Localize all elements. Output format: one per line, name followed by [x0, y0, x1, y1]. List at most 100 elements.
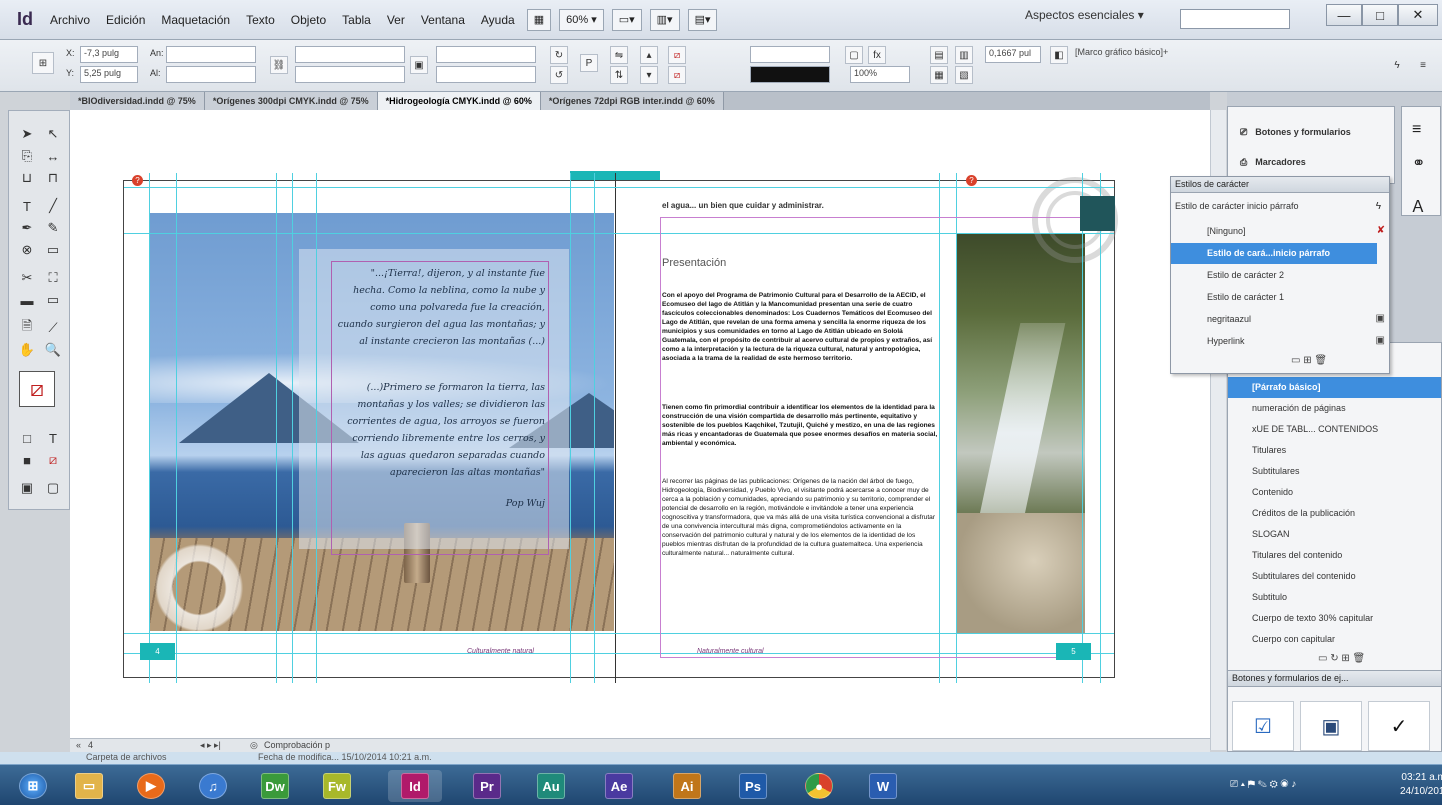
- apply-none-icon[interactable]: ⧄: [41, 451, 65, 469]
- menu-ver[interactable]: Ver: [379, 0, 413, 40]
- fit-content-icon[interactable]: ▦: [930, 66, 948, 84]
- para-style-item[interactable]: Subtitulares: [1228, 461, 1441, 482]
- char-style-item[interactable]: Estilo de carácter 2: [1171, 265, 1377, 286]
- menu-tabla[interactable]: Tabla: [334, 0, 379, 40]
- itunes-taskbar-button[interactable]: ♫: [186, 770, 240, 802]
- gradient-feather-tool-icon[interactable]: ▭: [41, 291, 65, 309]
- checkbox-filled-sample-icon[interactable]: ▣: [1300, 701, 1362, 751]
- constrain-proportions-icon[interactable]: ⛓: [270, 56, 288, 74]
- para-style-item[interactable]: Titulares: [1228, 440, 1441, 461]
- styles-panel-icon[interactable]: Ａ: [1410, 193, 1426, 217]
- waterfall-photo[interactable]: [957, 233, 1085, 633]
- preview-view-icon[interactable]: ▢: [41, 479, 65, 497]
- explorer-taskbar-button[interactable]: ▭: [62, 770, 116, 802]
- fireworks-taskbar-button[interactable]: Fw: [310, 770, 364, 802]
- char-style-item[interactable]: Estilo de cará...inicio párrafo: [1171, 243, 1377, 264]
- word-taskbar-button[interactable]: W: [856, 770, 910, 802]
- char-styles-footer-icons[interactable]: ▭ ⊞ 🗑: [1291, 355, 1327, 366]
- maximize-button[interactable]: □: [1362, 4, 1398, 26]
- zoom-tool-icon[interactable]: 🔍: [41, 341, 65, 359]
- menu-maquetacion[interactable]: Maquetación: [153, 0, 238, 40]
- eyedropper-tool-icon[interactable]: ⟋: [41, 319, 65, 337]
- select-container-icon[interactable]: ▴: [640, 46, 658, 64]
- menu-edicion[interactable]: Edición: [98, 0, 153, 40]
- width-field[interactable]: [166, 46, 256, 63]
- content-collector-icon[interactable]: ⊔: [15, 169, 39, 187]
- tab-origenes-72dpi[interactable]: *Orígenes 72dpi RGB inter.indd @ 60%: [540, 92, 724, 110]
- char-style-item[interactable]: Hyperlink: [1171, 331, 1377, 352]
- effects-icon[interactable]: fx: [868, 46, 886, 64]
- height-field[interactable]: [166, 66, 256, 83]
- menu-archivo[interactable]: Archivo: [42, 0, 98, 40]
- menu-objeto[interactable]: Objeto: [283, 0, 334, 40]
- premiere-taskbar-button[interactable]: Pr: [460, 770, 514, 802]
- dreamweaver-taskbar-button[interactable]: Dw: [248, 770, 302, 802]
- para-style-item[interactable]: Contenido: [1228, 482, 1441, 503]
- paragraph-styles-footer-icons[interactable]: ▭ ↻ ⊞ 🗑: [1318, 653, 1365, 664]
- para-style-item[interactable]: Subtitulo: [1228, 587, 1441, 608]
- para-style-item[interactable]: numeración de páginas: [1228, 398, 1441, 419]
- fill-stroke-swatch-icon[interactable]: ⧄: [19, 371, 55, 407]
- view-options-button[interactable]: ▭▾: [611, 8, 642, 31]
- menu-texto[interactable]: Texto: [238, 0, 283, 40]
- lake-photo[interactable]: "...¡Tierra!, dijeron, y al instante fue…: [149, 213, 614, 631]
- buttons-forms-panel-button[interactable]: ⎚ Botones y formularios: [1234, 119, 1394, 145]
- scissors-tool-icon[interactable]: ✂: [15, 269, 39, 287]
- note-tool-icon[interactable]: 🗎: [15, 318, 39, 337]
- opacity-field[interactable]: 100%: [850, 66, 910, 83]
- workspace-switcher[interactable]: Aspectos esenciales ▾: [1025, 8, 1144, 22]
- stroke-value-field[interactable]: 0,1667 pul: [985, 46, 1041, 63]
- hand-tool-icon[interactable]: ✋: [15, 341, 39, 359]
- page-nav-first[interactable]: «: [76, 740, 81, 750]
- direct-selection-tool-icon[interactable]: ↖: [41, 125, 65, 143]
- shear-field[interactable]: [436, 66, 536, 83]
- rotation-field[interactable]: [436, 46, 536, 63]
- page-tool-icon[interactable]: ⎘: [15, 147, 39, 165]
- character-styles-title[interactable]: Estilos de carácter: [1171, 177, 1389, 193]
- zoom-select[interactable]: 60% ▾: [559, 8, 604, 31]
- panel-menu-icon[interactable]: ≡: [1414, 56, 1432, 74]
- checkmark-sample-icon[interactable]: ✓: [1368, 701, 1430, 751]
- content-placer-icon[interactable]: ⊓: [41, 169, 65, 187]
- scale-y-field[interactable]: [295, 66, 405, 83]
- photoshop-taskbar-button[interactable]: Ps: [726, 770, 780, 802]
- after-effects-taskbar-button[interactable]: Ae: [592, 770, 646, 802]
- drop-shadow-icon[interactable]: ▢: [845, 46, 863, 64]
- line-tool-icon[interactable]: ╱: [41, 197, 65, 215]
- select-content-icon[interactable]: ▾: [640, 66, 658, 84]
- para-style-item[interactable]: xUE DE TABL... CONTENIDOS: [1228, 419, 1441, 440]
- para-style-item[interactable]: Cuerpo de texto 30% capitular: [1228, 608, 1441, 629]
- preflight-warning-icon[interactable]: ?: [132, 175, 143, 186]
- illustrator-taskbar-button[interactable]: Ai: [660, 770, 714, 802]
- gradient-swatch-tool-icon[interactable]: ▬: [15, 291, 39, 309]
- chrome-taskbar-button[interactable]: ●: [792, 770, 846, 802]
- constrain-scale-icon[interactable]: ▣: [410, 56, 428, 74]
- clock[interactable]: 03:21 a.m. 24/10/2014: [1400, 771, 1442, 799]
- pen-tool-icon[interactable]: ✒: [15, 219, 39, 237]
- stroke-type-select[interactable]: [750, 66, 830, 83]
- char-style-item[interactable]: Estilo de carácter 1: [1171, 287, 1377, 308]
- tab-biodiversidad[interactable]: *BIOdiversidad.indd @ 75%: [70, 92, 205, 110]
- flip-vertical-icon[interactable]: ⇅: [610, 66, 628, 84]
- wrap-around-icon[interactable]: ▥: [955, 46, 973, 64]
- selection-tool-icon[interactable]: ➤: [15, 125, 39, 143]
- formatting-container-icon[interactable]: □: [15, 429, 39, 447]
- text-wrap-icon[interactable]: ▤: [930, 46, 948, 64]
- para-style-item[interactable]: SLOGAN: [1228, 524, 1441, 545]
- reference-point-icon[interactable]: ⊞: [32, 52, 54, 74]
- menu-ventana[interactable]: Ventana: [413, 0, 473, 40]
- links-panel-icon[interactable]: ⚭: [1412, 153, 1425, 173]
- rotate-90-ccw-icon[interactable]: ↺: [550, 66, 568, 84]
- para-style-item[interactable]: Titulares del contenido: [1228, 545, 1441, 566]
- start-button[interactable]: ⊞: [6, 770, 60, 802]
- scale-x-field[interactable]: [295, 46, 405, 63]
- rectangle-tool-icon[interactable]: ▭: [41, 241, 65, 259]
- stroke-weight-field[interactable]: [750, 46, 830, 63]
- formatting-text-icon[interactable]: T: [41, 429, 65, 447]
- lightning-icon[interactable]: ϟ: [1376, 201, 1381, 212]
- bridge-button[interactable]: ▦: [526, 8, 552, 31]
- type-tool-icon[interactable]: T: [15, 197, 39, 215]
- stroke-swatch-icon[interactable]: ⧄: [668, 66, 686, 84]
- page-spread[interactable]: ? ? "...¡Tierra!, dijeron, y al instante…: [123, 173, 1118, 683]
- gap-tool-icon[interactable]: ↔: [41, 147, 65, 165]
